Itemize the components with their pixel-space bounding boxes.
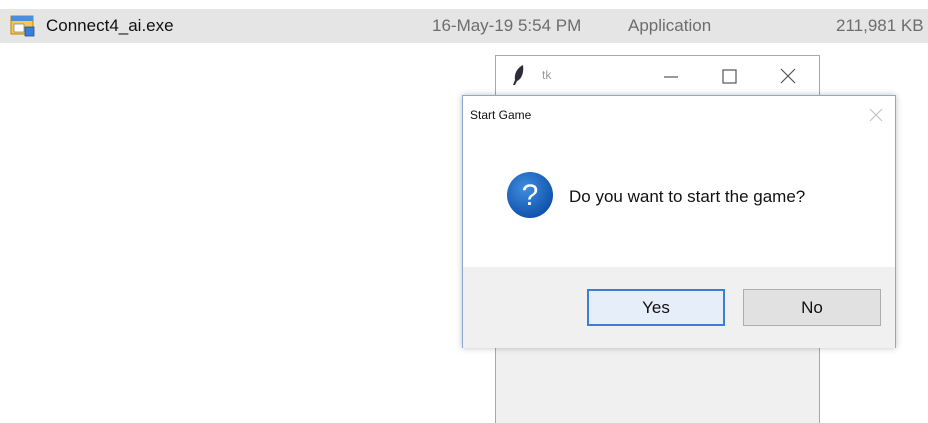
file-name: Connect4_ai.exe bbox=[46, 16, 174, 35]
tk-titlebar[interactable]: tk bbox=[496, 56, 819, 96]
no-button[interactable]: No bbox=[743, 289, 881, 326]
dialog-message: Do you want to start the game? bbox=[569, 187, 806, 206]
file-date: 16-May-19 5:54 PM bbox=[432, 16, 582, 35]
close-icon[interactable] bbox=[863, 104, 889, 126]
question-icon: ? bbox=[505, 170, 555, 220]
application-icon bbox=[10, 15, 36, 37]
dialog-body: ? Do you want to start the game? bbox=[463, 132, 895, 267]
file-row-connect4[interactable]: Connect4_ai.exe 16-May-19 5:54 PM Applic… bbox=[0, 9, 928, 43]
feather-icon bbox=[512, 64, 526, 86]
file-type: Application bbox=[628, 16, 712, 35]
maximize-icon[interactable] bbox=[710, 62, 750, 90]
yes-button[interactable]: Yes bbox=[587, 289, 725, 326]
close-icon[interactable] bbox=[768, 62, 808, 90]
minimize-icon[interactable] bbox=[651, 62, 691, 90]
start-game-dialog: Start Game ? Do you want to start the ga… bbox=[462, 95, 896, 348]
tk-window-title: tk bbox=[542, 68, 552, 82]
dialog-title: Start Game bbox=[470, 108, 532, 122]
dialog-titlebar[interactable]: Start Game bbox=[463, 96, 895, 132]
desktop: Connect4_ai.exe 16-May-19 5:54 PM Applic… bbox=[0, 0, 928, 423]
dialog-footer: Yes No bbox=[463, 267, 895, 348]
svg-text:?: ? bbox=[522, 179, 539, 212]
file-size: 211,981 KB bbox=[836, 16, 924, 35]
